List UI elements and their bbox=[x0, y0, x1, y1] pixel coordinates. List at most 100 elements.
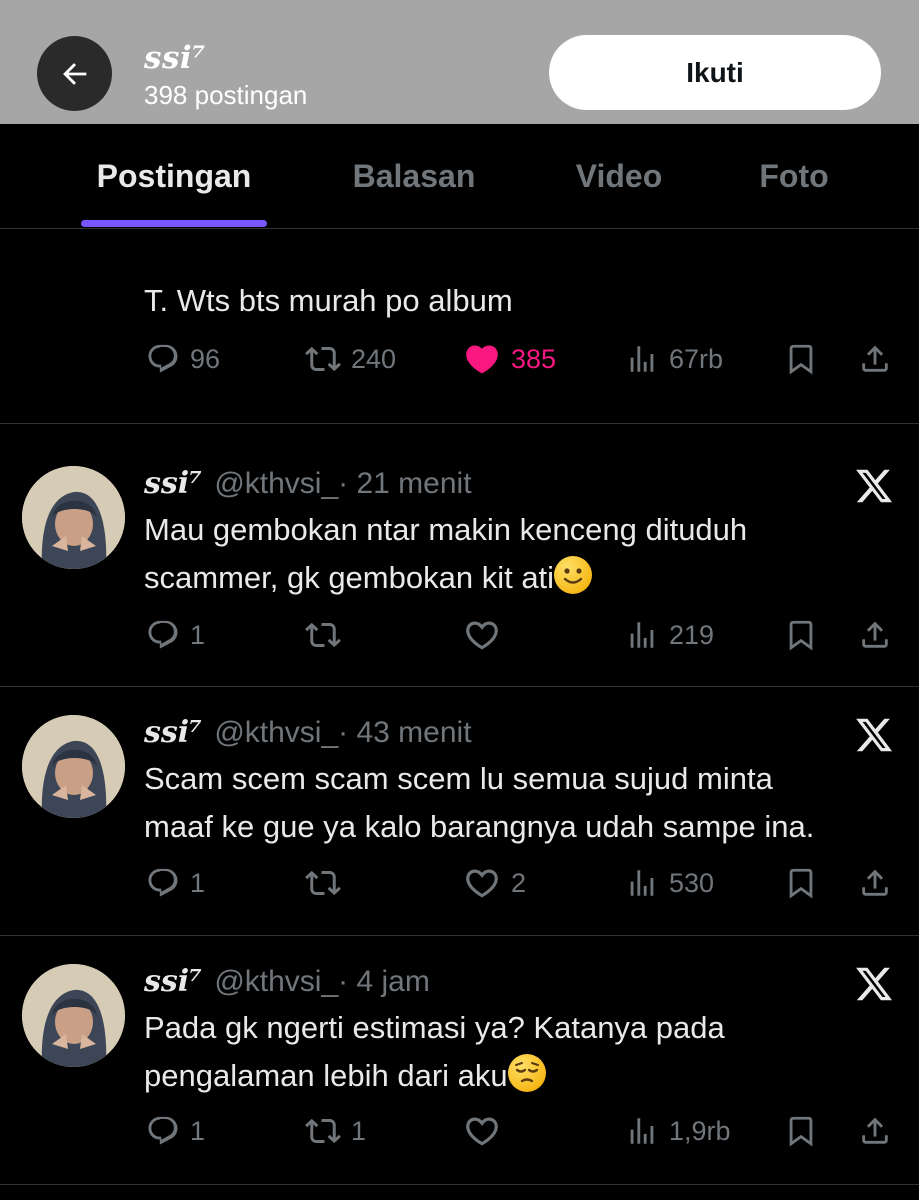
post-header: ssi⁷ @kthvsi_ · 43 menit bbox=[144, 715, 472, 750]
bookmark-icon bbox=[789, 868, 813, 899]
post-actions: 1 219 bbox=[0, 610, 919, 660]
like-button[interactable] bbox=[463, 1106, 511, 1156]
tab-foto[interactable]: Foto bbox=[740, 124, 848, 229]
author-handle[interactable]: @kthvsi_ bbox=[214, 965, 338, 999]
author-handle[interactable]: @kthvsi_ bbox=[214, 716, 338, 750]
views-count: 219 bbox=[669, 619, 715, 650]
views-button[interactable]: 67rb bbox=[625, 334, 723, 384]
post-timestamp[interactable]: · 21 menit bbox=[338, 467, 471, 501]
reply-button[interactable]: 96 bbox=[146, 334, 220, 384]
post-actions: 96 240 385 67rb bbox=[0, 334, 919, 384]
follow-button[interactable]: Ikuti bbox=[549, 35, 881, 110]
share-button[interactable] bbox=[858, 610, 892, 660]
pensive-face-icon bbox=[507, 1054, 546, 1092]
share-button[interactable] bbox=[858, 858, 892, 908]
like-button[interactable] bbox=[463, 610, 511, 660]
post-text: Scam scem scam scem lu semua sujud minta… bbox=[144, 755, 884, 851]
heart-icon bbox=[466, 869, 498, 898]
reply-icon bbox=[148, 868, 178, 897]
reply-button[interactable]: 1 bbox=[146, 858, 205, 908]
repost-button[interactable] bbox=[305, 858, 351, 908]
repost-button[interactable]: 240 bbox=[305, 334, 396, 384]
share-button[interactable] bbox=[858, 1106, 892, 1156]
views-button[interactable]: 1,9rb bbox=[625, 1106, 731, 1156]
post-text-line: maaf ke gue ya kalo barangnya udah sampe… bbox=[144, 809, 815, 844]
tab-video[interactable]: Video bbox=[555, 124, 683, 229]
bookmark-button[interactable] bbox=[784, 858, 818, 908]
post-item[interactable]: ssi⁷ @kthvsi_ · 4 jam Pada gk ngerti est… bbox=[0, 936, 919, 1185]
heart-filled-icon bbox=[466, 345, 498, 374]
avatar[interactable] bbox=[22, 466, 125, 569]
avatar[interactable] bbox=[22, 964, 125, 1067]
views-button[interactable]: 219 bbox=[625, 610, 714, 660]
avatar-image bbox=[22, 715, 125, 818]
bookmark-button[interactable] bbox=[784, 334, 818, 384]
author-name[interactable]: ssi⁷ bbox=[144, 466, 202, 501]
post-text-line: Pada gk ngerti estimasi ya? Katanya pada bbox=[144, 1010, 725, 1045]
repost-button[interactable]: 1 bbox=[305, 1106, 366, 1156]
reply-count: 96 bbox=[190, 343, 221, 374]
post-timestamp[interactable]: · 4 jam bbox=[338, 965, 430, 999]
tab-balasan[interactable]: Balasan bbox=[330, 124, 498, 229]
post-header: ssi⁷ @kthvsi_ · 4 jam bbox=[144, 964, 430, 999]
author-handle[interactable]: @kthvsi_ bbox=[214, 467, 338, 501]
post-header: ssi⁷ @kthvsi_ · 21 menit bbox=[144, 466, 472, 501]
views-button[interactable]: 530 bbox=[625, 858, 714, 908]
post-count: 398 postingan bbox=[144, 80, 308, 110]
views-count: 67rb bbox=[669, 343, 724, 374]
post-item[interactable]: T. Wts bts murah po album 96 240 385 67r… bbox=[0, 229, 919, 424]
avatar-image bbox=[22, 466, 125, 569]
share-icon bbox=[862, 1117, 888, 1144]
author-name[interactable]: ssi⁷ bbox=[144, 715, 202, 750]
reply-button[interactable]: 1 bbox=[146, 1106, 205, 1156]
x-logo-icon[interactable] bbox=[854, 466, 894, 506]
post-text-line: Mau gembokan ntar makin kenceng dituduh bbox=[144, 512, 748, 547]
slightly-smiling-face-icon bbox=[554, 556, 593, 594]
reply-icon bbox=[148, 1116, 178, 1145]
views-count: 1,9rb bbox=[669, 1115, 731, 1146]
repost-icon bbox=[305, 622, 341, 648]
bookmark-button[interactable] bbox=[784, 610, 818, 660]
heart-icon bbox=[466, 621, 498, 650]
reply-count: 1 bbox=[190, 619, 206, 650]
tab-postingan[interactable]: Postingan bbox=[81, 124, 267, 229]
profile-tabs: Postingan Balasan Video Foto bbox=[0, 124, 919, 229]
repost-button[interactable] bbox=[305, 610, 351, 660]
bookmark-icon bbox=[789, 344, 813, 375]
repost-count: 1 bbox=[351, 1115, 367, 1146]
x-logo-icon[interactable] bbox=[854, 715, 894, 755]
repost-icon bbox=[305, 870, 341, 896]
share-button[interactable] bbox=[858, 334, 892, 384]
repost-count: 240 bbox=[351, 343, 397, 374]
like-button[interactable]: 385 bbox=[463, 334, 556, 384]
profile-header: ssi⁷ 398 postingan Ikuti bbox=[0, 0, 919, 124]
like-count: 2 bbox=[511, 867, 527, 898]
post-actions: 1 1 1,9rb bbox=[0, 1106, 919, 1156]
post-item[interactable]: ssi⁷ @kthvsi_ · 43 menit Scam scem scam … bbox=[0, 687, 919, 936]
post-item[interactable]: ssi⁷ @kthvsi_ · 21 menit Mau gembokan nt… bbox=[0, 424, 919, 687]
reply-icon bbox=[148, 344, 178, 373]
heart-icon bbox=[466, 1117, 498, 1146]
bar-chart-icon bbox=[630, 1118, 654, 1144]
share-icon bbox=[862, 345, 888, 372]
reply-icon bbox=[148, 620, 178, 649]
views-count: 530 bbox=[669, 867, 715, 898]
back-button[interactable] bbox=[37, 36, 112, 111]
post-text: Pada gk ngerti estimasi ya? Katanya pada… bbox=[144, 1004, 884, 1100]
post-text-line: pengalaman lebih dari aku bbox=[144, 1052, 884, 1100]
share-icon bbox=[862, 621, 888, 648]
bar-chart-icon bbox=[630, 346, 654, 372]
post-text: T. Wts bts murah po album bbox=[144, 283, 513, 318]
bookmark-icon bbox=[789, 1116, 813, 1147]
x-logo-icon[interactable] bbox=[854, 964, 894, 1004]
like-button[interactable]: 2 bbox=[463, 858, 526, 908]
post-text-line: scammer, gk gembokan kit ati bbox=[144, 554, 884, 602]
avatar-image bbox=[22, 964, 125, 1067]
reply-button[interactable]: 1 bbox=[146, 610, 205, 660]
reply-count: 1 bbox=[190, 1115, 206, 1146]
like-count: 385 bbox=[511, 343, 557, 374]
avatar[interactable] bbox=[22, 715, 125, 818]
bookmark-button[interactable] bbox=[784, 1106, 818, 1156]
author-name[interactable]: ssi⁷ bbox=[144, 964, 202, 999]
post-timestamp[interactable]: · 43 menit bbox=[338, 716, 471, 750]
